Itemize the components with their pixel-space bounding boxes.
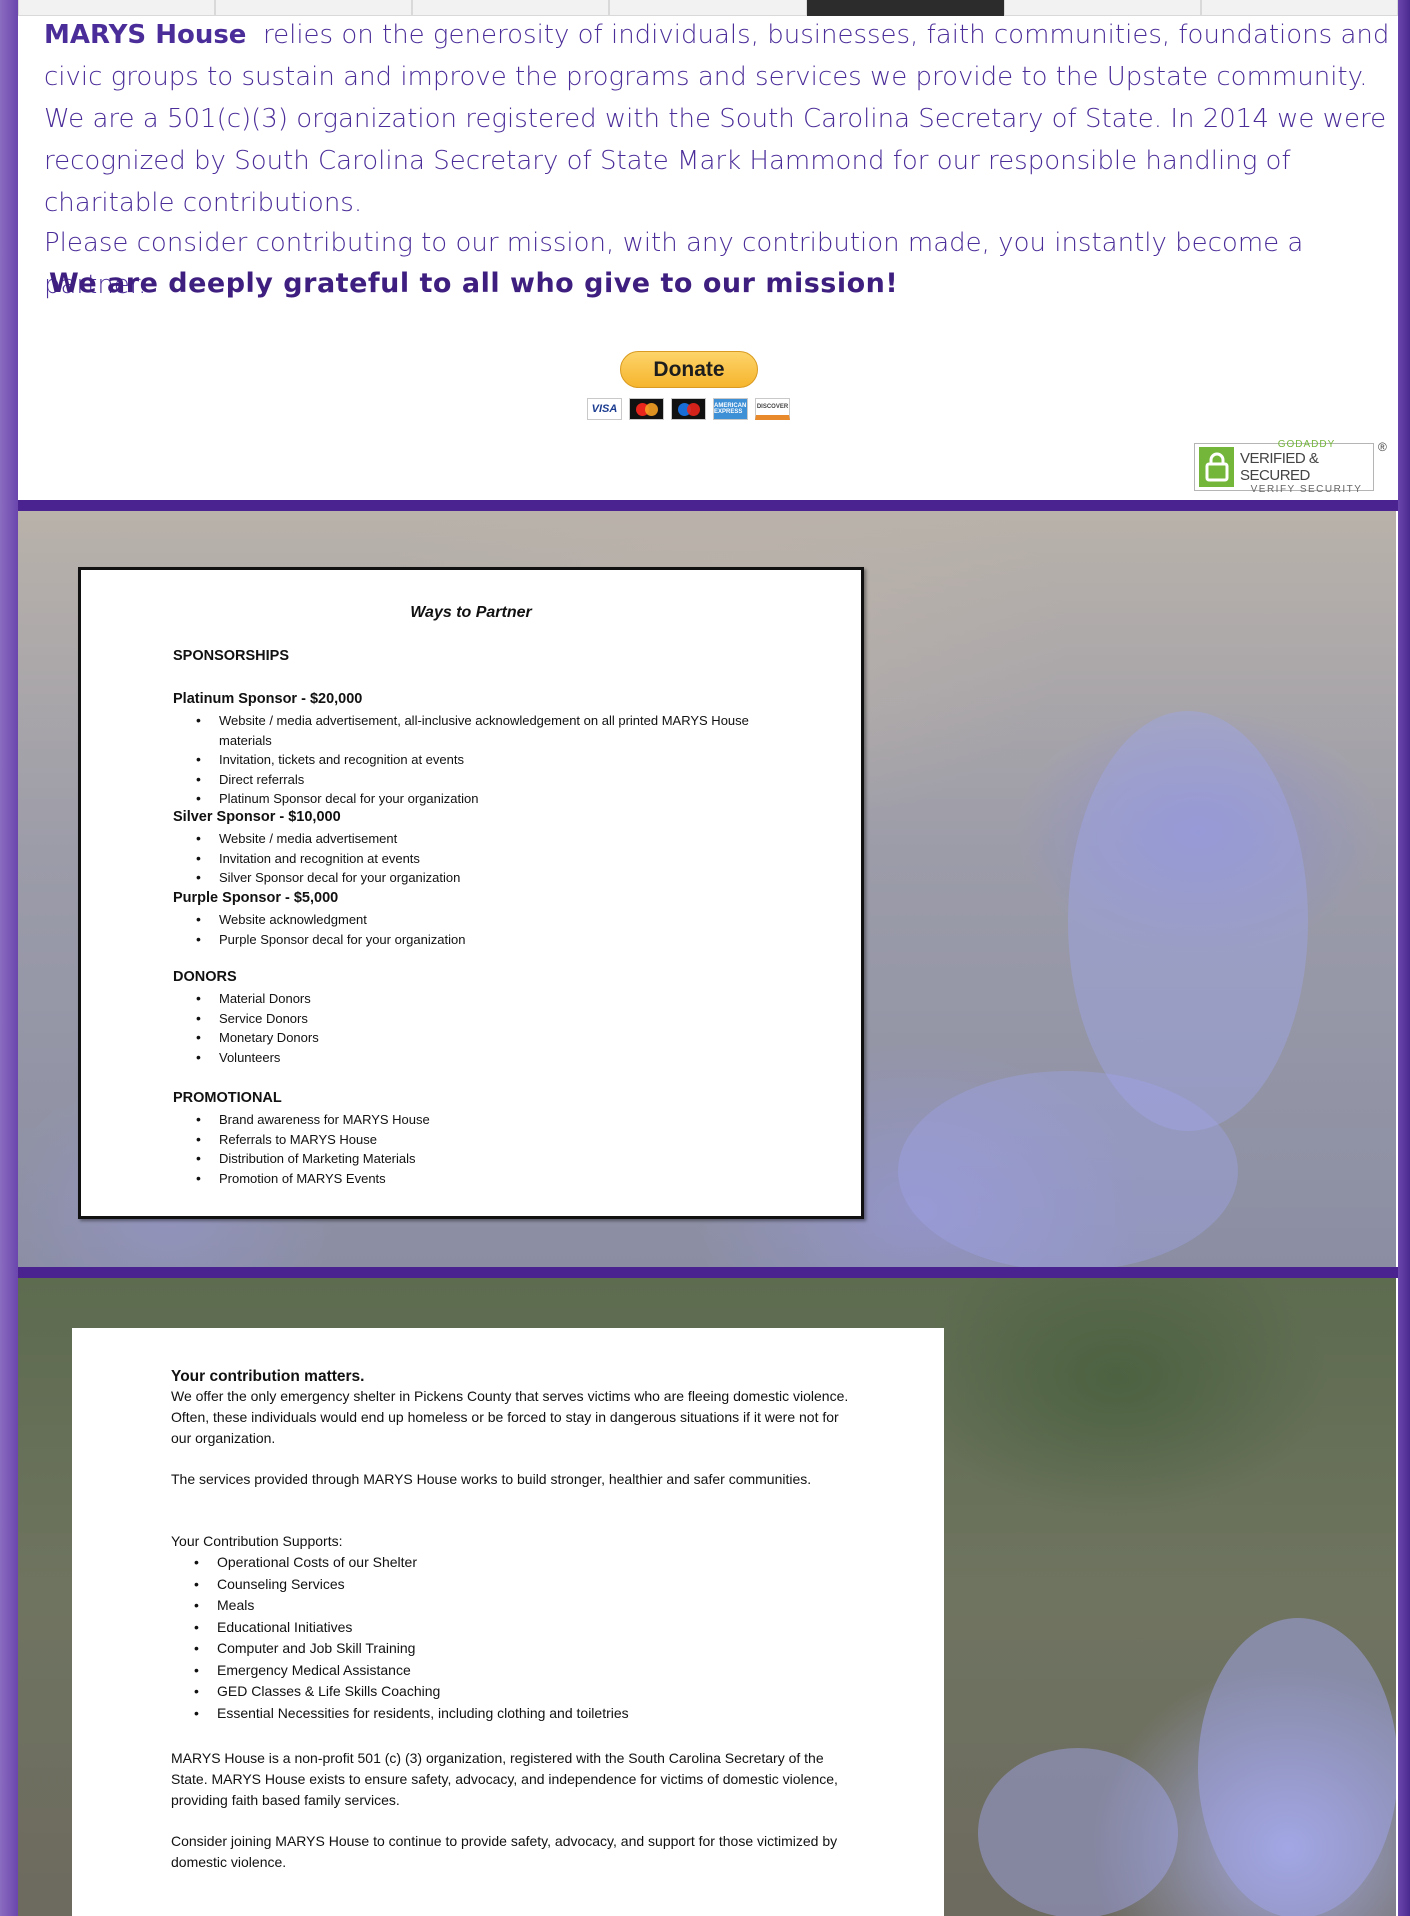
ways-to-partner-document: Ways to Partner SPONSORSHIPS Platinum Sp… xyxy=(78,567,864,1219)
list-item: Volunteers xyxy=(196,1048,319,1068)
doc-title: Ways to Partner xyxy=(410,604,532,621)
intro-section: MARYS House relies on the generosity of … xyxy=(18,0,1398,500)
grateful-text: We are deeply grateful to all who give t… xyxy=(49,268,899,299)
contribution-document: Your contribution matters. We offer the … xyxy=(72,1328,944,1916)
list-item: Promotion of MARYS Events xyxy=(196,1169,430,1189)
section-divider xyxy=(18,500,1398,511)
list-item: Invitation, tickets and recognition at e… xyxy=(196,750,779,770)
flower-decoration xyxy=(978,1748,1178,1916)
list-item: Purple Sponsor decal for your organizati… xyxy=(196,930,465,950)
top-tab-bar xyxy=(18,0,1398,16)
maestro-icon xyxy=(671,398,706,420)
list-item: Operational Costs of our Shelter xyxy=(194,1552,629,1574)
list-item: Website acknowledgment xyxy=(196,910,465,930)
flower-decoration xyxy=(1198,1618,1396,1916)
verify-security-label: VERIFY SECURITY xyxy=(1250,484,1363,495)
amex-card-icon: AMERICAN EXPRESS xyxy=(713,398,748,420)
contribution-paragraph: MARYS House is a non-profit 501 (c) (3) … xyxy=(171,1750,838,1808)
list-item: Platinum Sponsor decal for your organiza… xyxy=(196,789,779,809)
section-divider xyxy=(18,1267,1398,1278)
donors-heading: DONORS xyxy=(173,969,237,985)
flower-decoration xyxy=(1068,711,1308,1131)
mastercard-icon xyxy=(629,398,664,420)
list-item: Website / media advertisement xyxy=(196,829,460,849)
platinum-list: Website / media advertisement, all-inclu… xyxy=(173,711,779,809)
purple-list: Website acknowledgment Purple Sponsor de… xyxy=(173,910,465,949)
platinum-heading: Platinum Sponsor - $20,000 xyxy=(173,691,363,707)
silver-list: Website / media advertisement Invitation… xyxy=(173,829,460,888)
contribution-image-section: Your contribution matters. We offer the … xyxy=(18,1278,1396,1916)
partner-image-section: Ways to Partner SPONSORSHIPS Platinum Sp… xyxy=(18,511,1396,1267)
nav-tab[interactable] xyxy=(215,0,413,16)
list-item: Invitation and recognition at events xyxy=(196,849,460,869)
contribution-heading: Your contribution matters. xyxy=(171,1368,365,1385)
discover-card-icon: DISCOVER xyxy=(755,398,790,420)
payment-cards: VISA AMERICAN EXPRESS DISCOVER xyxy=(587,398,790,420)
registered-mark: ® xyxy=(1378,440,1387,454)
verified-secured-label: VERIFIED & SECURED xyxy=(1240,450,1319,484)
donate-button[interactable]: Donate xyxy=(620,351,758,388)
list-item: Service Donors xyxy=(196,1009,319,1029)
list-item: Essential Necessities for residents, inc… xyxy=(194,1703,629,1725)
godaddy-brand: GODADDY xyxy=(1277,439,1336,450)
list-item: Brand awareness for MARYS House xyxy=(196,1110,430,1130)
sponsorships-heading: SPONSORSHIPS xyxy=(173,648,290,664)
supports-heading: Your Contribution Supports: xyxy=(171,1533,343,1549)
nav-tab[interactable] xyxy=(1003,0,1201,16)
lock-icon xyxy=(1199,447,1235,487)
flower-decoration xyxy=(898,1071,1238,1267)
silver-heading: Silver Sponsor - $10,000 xyxy=(173,809,341,825)
list-item: Material Donors xyxy=(196,989,319,1009)
list-item: Emergency Medical Assistance xyxy=(194,1660,629,1682)
nav-tab[interactable] xyxy=(18,0,216,16)
list-item: Referrals to MARYS House xyxy=(196,1130,430,1150)
list-item: Silver Sponsor decal for your organizati… xyxy=(196,868,460,888)
list-item: Meals xyxy=(194,1595,629,1617)
list-item: Website / media advertisement, all-inclu… xyxy=(196,711,779,750)
godaddy-seal[interactable]: GODADDY VERIFIED & SECURED VERIFY SECURI… xyxy=(1194,439,1374,495)
nav-tab[interactable] xyxy=(1200,0,1398,16)
list-item: Computer and Job Skill Training xyxy=(194,1638,629,1660)
list-item: Direct referrals xyxy=(196,770,779,790)
donors-list: Material Donors Service Donors Monetary … xyxy=(173,989,319,1067)
intro-paragraph: MARYS House relies on the generosity of … xyxy=(44,14,1394,224)
list-item: Monetary Donors xyxy=(196,1028,319,1048)
contribution-paragraph: The services provided through MARYS Hous… xyxy=(171,1471,812,1487)
contribution-paragraph: We offer the only emergency shelter in P… xyxy=(171,1388,849,1446)
promotional-heading: PROMOTIONAL xyxy=(173,1090,282,1106)
nav-tab[interactable] xyxy=(412,0,610,16)
contribution-paragraph: Consider joining MARYS House to continue… xyxy=(171,1833,838,1870)
org-name: MARYS House xyxy=(44,20,247,50)
visa-card-icon: VISA xyxy=(587,398,622,420)
list-item: Distribution of Marketing Materials xyxy=(196,1149,430,1169)
purple-heading: Purple Sponsor - $5,000 xyxy=(173,890,339,906)
intro-text: relies on the generosity of individuals,… xyxy=(44,20,1390,218)
nav-tab-active[interactable] xyxy=(806,0,1004,16)
nav-tab[interactable] xyxy=(609,0,807,16)
list-item: Educational Initiatives xyxy=(194,1617,629,1639)
promotional-list: Brand awareness for MARYS House Referral… xyxy=(173,1110,430,1188)
supports-list: Operational Costs of our Shelter Counsel… xyxy=(171,1552,629,1724)
list-item: GED Classes & Life Skills Coaching xyxy=(194,1681,629,1703)
list-item: Counseling Services xyxy=(194,1574,629,1596)
